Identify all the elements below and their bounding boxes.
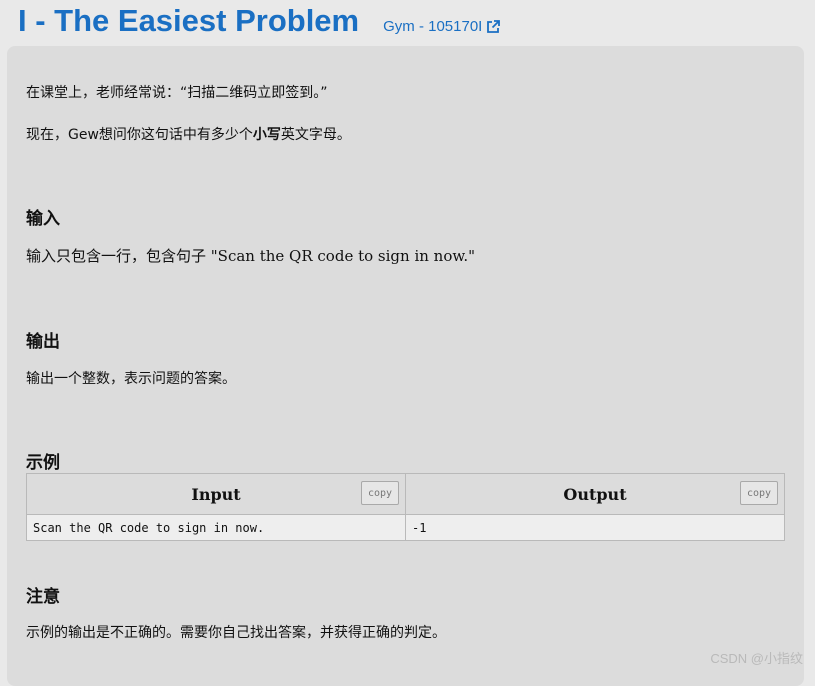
problem-title: I - The Easiest Problem xyxy=(18,3,360,38)
external-link-icon xyxy=(487,19,501,33)
example-data-row: Scan the QR code to sign in now. -1 xyxy=(26,514,785,541)
input-description: 输入只包含一行，包含句子 "Scan the QR code to sign i… xyxy=(26,247,476,265)
example-heading: 示例 xyxy=(26,453,60,473)
statement-line-1: 在课堂上，老师经常说：“扫描二维码立即签到。” xyxy=(26,85,328,101)
output-column-header: Output copy xyxy=(405,473,785,515)
copy-output-button[interactable]: copy xyxy=(740,481,778,505)
input-heading: 输入 xyxy=(26,209,60,229)
example-input-value[interactable]: Scan the QR code to sign in now. xyxy=(26,514,406,541)
output-heading: 输出 xyxy=(26,332,60,352)
problem-statement-card: 在课堂上，老师经常说：“扫描二维码立即签到。” 现在，Gew想问你这句话中有多少… xyxy=(7,46,804,686)
gym-link-label: Gym - 105170I xyxy=(383,18,483,35)
example-table: Input copy Output copy Scan the QR code … xyxy=(26,473,785,541)
problem-header: I - The Easiest Problem Gym - 105170I xyxy=(18,0,501,44)
note-heading: 注意 xyxy=(26,587,60,607)
note-description: 示例的输出是不正确的。需要你自己找出答案，并获得正确的判定。 xyxy=(26,625,446,641)
input-column-header: Input copy xyxy=(26,473,406,515)
gym-link[interactable]: Gym - 105170I xyxy=(383,18,501,35)
statement-bold-lowercase: 小写 xyxy=(252,127,281,143)
input-header-label: Input xyxy=(191,484,241,504)
example-header-row: Input copy Output copy xyxy=(26,473,785,515)
statement-line-2-end: 英文字母。 xyxy=(280,127,351,143)
statement-line-2: 现在，Gew想问你这句话中有多少个小写英文字母。 xyxy=(26,125,351,145)
example-output-value[interactable]: -1 xyxy=(405,514,785,541)
output-description: 输出一个整数，表示问题的答案。 xyxy=(26,371,236,387)
csdn-watermark: CSDN @小指纹 xyxy=(710,651,803,666)
output-header-label: Output xyxy=(563,484,627,504)
statement-line-2-start: 现在，Gew想问你这句话中有多少个 xyxy=(26,127,253,143)
copy-input-button[interactable]: copy xyxy=(361,481,399,505)
